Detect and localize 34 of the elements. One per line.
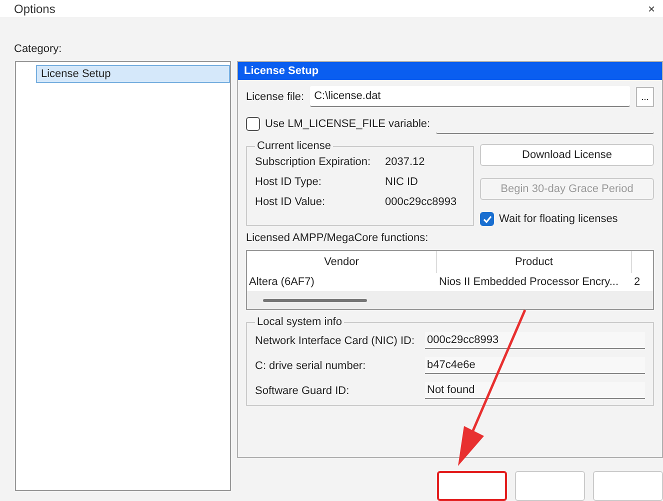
- license-info-value: NIC ID: [385, 176, 419, 188]
- license-info-label: Subscription Expiration:: [255, 156, 372, 168]
- group-title: Current license: [256, 140, 332, 152]
- browse-button[interactable]: ...: [636, 86, 654, 106]
- dialog-button[interactable]: [437, 471, 507, 501]
- system-info-label: Network Interface Card (NIC) ID:: [255, 334, 416, 346]
- system-info-value: b47c4e6e: [425, 357, 645, 374]
- lm-variable-label: Use LM_LICENSE_FILE variable:: [265, 118, 430, 130]
- system-info-label: Software Guard ID:: [255, 384, 350, 396]
- table-cell-text: Nios II Embedded Processor Encry...: [438, 275, 620, 290]
- table-cell-text: 2: [633, 275, 642, 290]
- scrollbar-thumb-icon[interactable]: [263, 298, 367, 302]
- license-info-value: 2037.12: [385, 156, 426, 168]
- panel-header: License Setup: [238, 62, 662, 80]
- table-cell-text: Altera (6AF7): [248, 275, 316, 290]
- license-file-label: License file:: [246, 90, 304, 102]
- lm-variable-checkbox[interactable]: [246, 116, 260, 130]
- functions-label: Licensed AMPP/MegaCore functions:: [246, 232, 430, 244]
- license-info-value: 000c29cc8993: [385, 196, 458, 208]
- window-title: Options: [14, 2, 56, 16]
- license-info-label: Host ID Value:: [255, 196, 326, 208]
- system-info-label: C: drive serial number:: [255, 360, 367, 372]
- category-label: Category:: [14, 43, 62, 55]
- close-button[interactable]: ×: [648, 2, 655, 16]
- license-info-label: Host ID Type:: [255, 176, 322, 188]
- group-title: Local system info: [256, 316, 343, 328]
- tree-item[interactable]: License Setup: [36, 65, 230, 83]
- wait-floating-checkbox[interactable]: [480, 212, 494, 226]
- wait-floating-label: Wait for floating licenses: [499, 213, 618, 225]
- system-info-value: Not found: [425, 382, 645, 399]
- license-file-field[interactable]: C:\license.dat: [310, 86, 630, 107]
- download-license-button[interactable]: Download License: [480, 144, 654, 166]
- checkmark-icon: [482, 214, 492, 224]
- system-info-value: 000c29cc8993: [425, 332, 645, 349]
